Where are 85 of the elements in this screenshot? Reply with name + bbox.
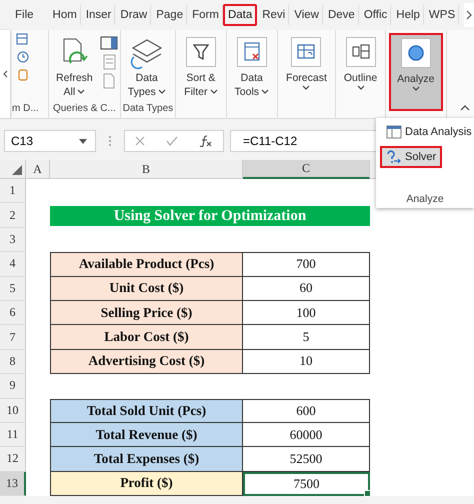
column-header[interactable]: B <box>50 160 243 179</box>
select-all-corner[interactable] <box>0 160 26 179</box>
ribbon-tab[interactable]: Help <box>391 4 424 26</box>
ribbon-tab[interactable]: Revi <box>257 4 290 26</box>
row-header[interactable]: 11 <box>0 422 26 448</box>
caret-icon <box>210 89 218 95</box>
ribbon-group-button[interactable]: Forecast <box>281 33 332 95</box>
table-cell: Unit Cost ($) <box>50 276 243 301</box>
caret-icon <box>77 89 86 95</box>
refresh-all-button[interactable]: Refresh All <box>51 33 98 103</box>
group-label: Data Types <box>122 103 174 116</box>
function-icon <box>198 135 213 147</box>
row-header[interactable]: 2 <box>0 203 26 228</box>
ribbon-group-button[interactable]: Outline <box>338 33 382 95</box>
cancel-icon <box>135 136 146 146</box>
ribbon-tab[interactable]: Data <box>222 4 258 26</box>
caret-icon <box>356 85 365 91</box>
table-cell: Total Sold Unit (Pcs) <box>50 398 243 423</box>
table-cell: Available Product (Pcs) <box>50 252 243 277</box>
check-icon <box>166 136 178 146</box>
ribbon-tab[interactable]: Inser <box>80 4 116 26</box>
table-cell[interactable]: 60 <box>243 276 370 301</box>
grip-icon <box>108 135 112 147</box>
table-cell[interactable]: 100 <box>243 300 370 326</box>
data-types-button[interactable]: Data Types <box>122 33 171 103</box>
row-header[interactable]: 9 <box>0 374 26 399</box>
table-cell[interactable]: 700 <box>243 252 370 277</box>
ribbon-tab[interactable]: Deve <box>322 4 359 26</box>
caret-icon <box>302 85 310 91</box>
group-label: Analyze <box>405 193 445 207</box>
table-cell[interactable]: 7500 <box>243 472 370 496</box>
ribbon-tab[interactable]: View <box>289 4 323 26</box>
row-header[interactable]: 12 <box>0 447 26 472</box>
row-header[interactable]: 1 <box>0 179 26 204</box>
fill-handle[interactable] <box>364 490 371 498</box>
row-header[interactable]: 3 <box>0 228 26 252</box>
name-box[interactable]: C13 <box>4 130 96 152</box>
question-arrow-icon <box>386 149 402 165</box>
column-header[interactable]: C <box>243 160 370 179</box>
ribbon-group-button[interactable]: Analyze <box>389 33 443 111</box>
table-cell: Total Expenses ($) <box>50 447 243 472</box>
ribbon-tab[interactable]: Draw <box>115 4 152 26</box>
ribbon-tab[interactable]: Offic <box>358 4 392 26</box>
row-header[interactable]: 13 <box>0 472 26 496</box>
ribbon-group-button[interactable]: Sort & Filter <box>179 33 223 103</box>
table-columns-icon <box>386 124 402 140</box>
group-label: m D... <box>12 103 40 116</box>
table-cell: Total Revenue ($) <box>50 422 243 448</box>
table-cell[interactable]: 600 <box>243 398 370 423</box>
table-cell: Labor Cost ($) <box>50 325 243 350</box>
caret-icon <box>412 86 420 92</box>
chevron-left-icon <box>2 70 8 78</box>
table-cell[interactable]: 52500 <box>243 447 370 472</box>
caret-icon <box>261 89 270 95</box>
title-banner: Using Solver for Optimization <box>50 206 370 226</box>
ribbon-tab[interactable]: WPS <box>424 4 460 26</box>
ribbon-group-button[interactable]: Data Tools <box>230 33 274 103</box>
table-cell: Selling Price ($) <box>50 300 243 326</box>
table-cell: Advertising Cost ($) <box>50 350 243 374</box>
table-cell: Profit ($) <box>50 472 243 496</box>
row-header[interactable]: 7 <box>0 325 26 350</box>
table-icon <box>16 33 30 45</box>
menu-item[interactable]: Solver <box>380 146 442 168</box>
triangle-icon <box>12 165 22 175</box>
caret-icon <box>158 89 166 95</box>
ribbon-tab[interactable]: Page <box>151 4 188 26</box>
table-cell[interactable]: 5 <box>243 325 370 350</box>
ribbon-tab[interactable]: Form <box>187 4 223 26</box>
properties-icon <box>100 35 118 51</box>
chevron-up-icon <box>460 105 470 111</box>
row-header[interactable]: 4 <box>0 252 26 277</box>
layers-icon <box>130 37 164 71</box>
table-cell[interactable]: 60000 <box>243 422 370 448</box>
chevron-right-icon <box>466 10 472 20</box>
ribbon-tab[interactable]: File <box>10 4 48 26</box>
column-header[interactable]: A <box>26 160 50 179</box>
dropdown-caret-icon <box>79 138 87 144</box>
row-header[interactable]: 6 <box>0 300 26 326</box>
ribbon-tab[interactable]: Hom <box>48 4 81 26</box>
table-cell[interactable]: 10 <box>243 350 370 374</box>
row-header[interactable]: 5 <box>0 276 26 301</box>
clock-icon <box>16 49 30 63</box>
row-header[interactable]: 10 <box>0 398 26 423</box>
row-header[interactable]: 8 <box>0 350 26 374</box>
group-label: Queries & C... <box>52 103 117 116</box>
